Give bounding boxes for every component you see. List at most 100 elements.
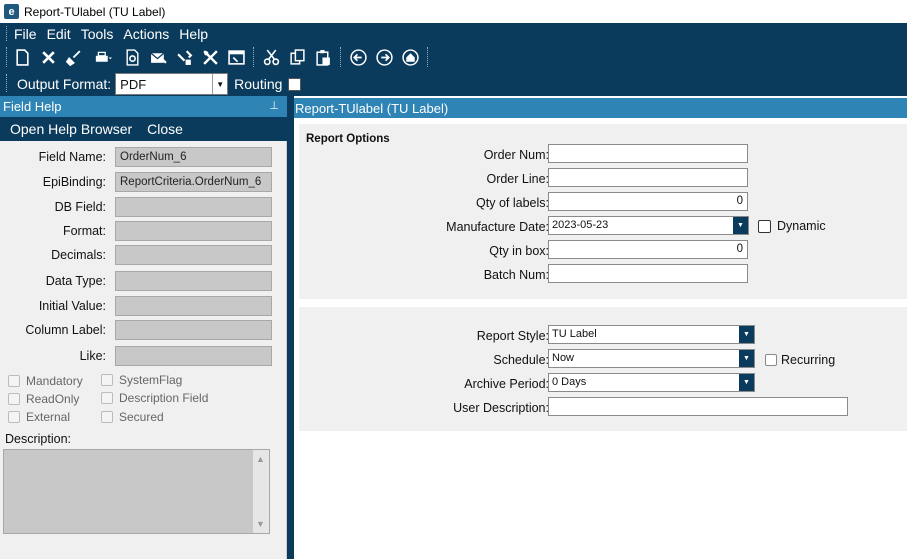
archive-period-value: 0 Days: [552, 376, 587, 388]
app-logo-icon: e: [4, 4, 19, 19]
scroll-down-icon[interactable]: ▼: [256, 519, 265, 529]
mandatory-checkbox-row[interactable]: Mandatory: [8, 374, 83, 388]
report-body: Report Options Order Num: Order Line: Qt…: [294, 118, 907, 559]
clear-icon[interactable]: [63, 46, 85, 68]
readonly-checkbox[interactable]: [8, 393, 20, 405]
report-style-select[interactable]: TU Label ▼: [548, 325, 755, 344]
like-row: Like:: [0, 346, 287, 368]
menu-file[interactable]: File: [14, 26, 37, 42]
initial-value-field[interactable]: [115, 296, 272, 316]
batch-num-input[interactable]: [548, 264, 748, 283]
settings-icon[interactable]: [199, 46, 221, 68]
order-line-label: Order Line:: [486, 172, 549, 186]
epibinding-field[interactable]: ReportCriteria.OrderNum_6: [115, 172, 272, 192]
data-type-row: Data Type:: [0, 271, 287, 293]
column-label-row: Column Label:: [0, 320, 287, 342]
description-field-label: Description Field: [119, 391, 209, 405]
systemflag-checkbox[interactable]: [101, 374, 113, 386]
dynamic-label: Dynamic: [777, 219, 826, 233]
recurring-checkbox-row[interactable]: Recurring: [765, 353, 835, 367]
field-help-actions: Open Help Browser Close: [0, 117, 287, 141]
description-scrollbar[interactable]: ▲ ▼: [253, 450, 269, 533]
mandatory-label: Mandatory: [26, 374, 83, 388]
new-icon[interactable]: [11, 46, 33, 68]
menu-actions[interactable]: Actions: [123, 26, 169, 42]
like-field[interactable]: [115, 346, 272, 366]
decimals-label: Decimals:: [51, 248, 106, 262]
dynamic-checkbox[interactable]: [758, 219, 771, 233]
report-settings-group: Report Style: TU Label ▼ Schedule: Now ▼…: [299, 307, 907, 431]
initial-value-label: Initial Value:: [38, 299, 106, 313]
menu-edit[interactable]: Edit: [47, 26, 71, 42]
initial-value-row: Initial Value:: [0, 296, 287, 318]
delete-icon[interactable]: [37, 46, 59, 68]
pin-icon[interactable]: ⊥: [269, 99, 279, 112]
recurring-checkbox[interactable]: [765, 354, 777, 366]
description-field-checkbox-row[interactable]: Description Field: [101, 391, 208, 405]
output-format-select[interactable]: PDF ▼: [115, 73, 229, 95]
paste-icon[interactable]: [312, 46, 334, 68]
window-title: Report-TUlabel (TU Label): [24, 4, 166, 19]
cut-icon[interactable]: [260, 46, 282, 68]
readonly-checkbox-row[interactable]: ReadOnly: [8, 392, 79, 406]
chevron-down-icon[interactable]: ▼: [739, 374, 754, 391]
print-preview-icon[interactable]: [121, 46, 143, 68]
field-help-body: Field Name: OrderNum_6 EpiBinding: Repor…: [0, 141, 287, 559]
report-style-value: TU Label: [552, 328, 597, 340]
external-checkbox-row[interactable]: External: [8, 410, 70, 424]
report-header: Report-TUlabel (TU Label): [294, 98, 907, 118]
manufacture-date-picker[interactable]: 2023-05-23 ▼: [548, 216, 749, 235]
menu-tools[interactable]: Tools: [81, 26, 114, 42]
order-num-input[interactable]: [548, 144, 748, 163]
output-format-label: Output Format:: [17, 76, 112, 92]
data-type-label: Data Type:: [45, 274, 106, 288]
description-field-checkbox[interactable]: [101, 392, 113, 404]
data-type-field[interactable]: [115, 271, 272, 291]
external-label: External: [26, 410, 71, 424]
secured-checkbox-row[interactable]: Secured: [101, 410, 164, 424]
send-email-icon[interactable]: [147, 46, 169, 68]
dynamic-checkbox-row[interactable]: Dynamic: [758, 219, 826, 233]
column-label-field[interactable]: [115, 320, 272, 340]
column-label-label: Column Label:: [25, 323, 106, 337]
window-icon[interactable]: [225, 46, 247, 68]
attach-icon[interactable]: [173, 46, 195, 68]
menu-help[interactable]: Help: [179, 26, 208, 42]
panel-splitter[interactable]: [287, 96, 294, 559]
routing-checkbox[interactable]: [288, 77, 302, 91]
mandatory-checkbox[interactable]: [8, 375, 20, 387]
forward-icon[interactable]: [373, 46, 395, 68]
description-textarea[interactable]: ▲ ▼: [3, 449, 270, 534]
external-checkbox[interactable]: [8, 411, 20, 423]
epibinding-label: EpiBinding:: [42, 175, 106, 189]
schedule-value: Now: [552, 352, 575, 364]
chevron-down-icon[interactable]: ▼: [733, 217, 748, 234]
field-name-field[interactable]: OrderNum_6: [115, 147, 272, 167]
secured-label: Secured: [119, 410, 164, 424]
chevron-down-icon[interactable]: ▼: [739, 326, 754, 343]
title-bar: e Report-TUlabel (TU Label): [0, 0, 907, 23]
order-line-input[interactable]: [548, 168, 748, 187]
home-icon[interactable]: [399, 46, 421, 68]
db-field-field[interactable]: [115, 197, 272, 217]
secured-checkbox[interactable]: [101, 411, 113, 423]
scroll-up-icon[interactable]: ▲: [256, 454, 265, 464]
chevron-down-icon[interactable]: ▼: [739, 350, 754, 367]
chevron-down-icon[interactable]: ▼: [212, 74, 228, 94]
print-icon[interactable]: [89, 46, 117, 68]
qty-in-box-input[interactable]: 0: [548, 240, 748, 259]
qty-labels-label: Qty of labels:: [476, 196, 549, 210]
close-button[interactable]: Close: [147, 121, 183, 137]
epibinding-row: EpiBinding: ReportCriteria.OrderNum_6: [0, 172, 287, 194]
decimals-field[interactable]: [115, 245, 272, 265]
open-help-browser-button[interactable]: Open Help Browser: [10, 121, 132, 137]
archive-period-select[interactable]: 0 Days ▼: [548, 373, 755, 392]
schedule-select[interactable]: Now ▼: [548, 349, 755, 368]
manufacture-date-label: Manufacture Date:: [446, 220, 549, 234]
systemflag-checkbox-row[interactable]: SystemFlag: [101, 373, 182, 387]
user-description-input[interactable]: [548, 397, 848, 416]
copy-icon[interactable]: [286, 46, 308, 68]
back-icon[interactable]: [347, 46, 369, 68]
format-field[interactable]: [115, 221, 272, 241]
qty-labels-input[interactable]: 0: [548, 192, 748, 211]
